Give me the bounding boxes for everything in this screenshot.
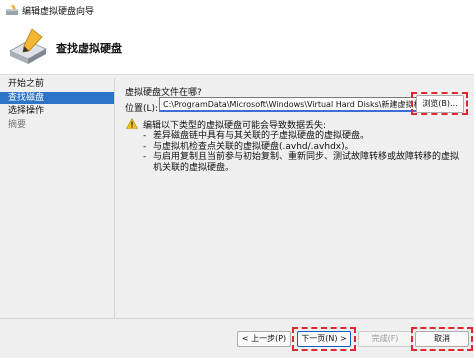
window-title: 编辑虚拟硬盘向导 [22, 7, 95, 17]
warning-title: 编辑以下类型的虚拟硬盘可能会导致数据丢失: [143, 121, 327, 131]
warning-icon [126, 118, 138, 129]
prev-button[interactable]: < 上一步(P) [237, 331, 291, 347]
sidebar-item-summary: 摘要 [8, 119, 27, 130]
location-label: 位置(L): [125, 104, 159, 114]
main-panel: 虚拟硬盘文件在哪? 位置(L): 浏览(B)... 编辑以下类型的虚拟硬盘可能会… [115, 78, 474, 318]
location-input[interactable] [159, 97, 421, 112]
footer-divider [0, 318, 474, 319]
wizard-header: 查找虚拟硬盘 [0, 20, 474, 75]
sidebar-item-before-you-begin[interactable]: 开始之前 [0, 78, 114, 90]
warning-item: 差异磁盘链中具有与其关联的子虚拟硬盘的虚拟硬盘。 [143, 131, 463, 142]
sidebar-item-choose-action[interactable]: 选择操作 [0, 105, 114, 117]
page-title: 查找虚拟硬盘 [56, 42, 122, 55]
warning-item: 与虚拟机检查点关联的虚拟硬盘(.avhd/.avhdx)。 [143, 142, 463, 153]
warning-item: 与启用复制且当前参与初始复制、重新同步、测试故障转移或故障转移的虚拟机关联的虚拟… [143, 152, 463, 173]
cancel-highlight-box [411, 327, 473, 351]
wizard-steps: 开始之前 查找磁盘 选择操作 摘要 [0, 78, 114, 318]
finish-button: 完成(F) [358, 331, 412, 347]
disk-pen-icon [9, 28, 47, 64]
browse-highlight-box [411, 92, 468, 115]
title-bar: 编辑虚拟硬盘向导 [0, 0, 474, 21]
next-highlight-box [292, 327, 356, 351]
warning-list: 差异磁盘链中具有与其关联的子虚拟硬盘的虚拟硬盘。 与虚拟机检查点关联的虚拟硬盘(… [143, 131, 463, 173]
wizard-icon [6, 5, 18, 15]
sidebar-item-locate-disk[interactable]: 查找磁盘 [0, 91, 114, 104]
